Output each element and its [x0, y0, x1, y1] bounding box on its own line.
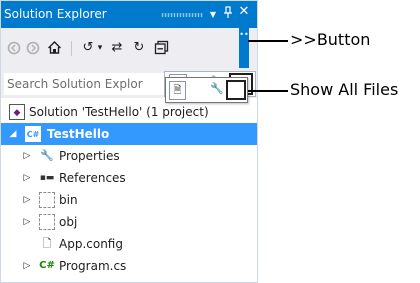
sync-with-active-document-icon[interactable]: ⇄	[109, 38, 125, 58]
show-all-callout-label: Show All Files	[290, 80, 399, 99]
filter-dropdown-icon[interactable]: ▾	[96, 38, 104, 58]
wrench-icon: 🔧	[40, 149, 54, 162]
window-position-dropdown-icon[interactable]: ▼	[206, 8, 220, 24]
tree-item-label: Properties	[59, 149, 120, 163]
search-input[interactable]	[4, 73, 164, 95]
home-icon[interactable]	[46, 38, 62, 58]
collapsed-arrow-icon[interactable]: ▷	[21, 255, 33, 277]
button-callout-label: >>Button	[290, 30, 371, 49]
tree-item-label: References	[59, 171, 126, 185]
tree-item-bin[interactable]: ▷ bin	[1, 189, 257, 211]
close-icon[interactable]: ✕	[237, 5, 251, 21]
pin-icon[interactable]	[221, 6, 235, 22]
toolbar: ↺ ▾ ⇄ ↻	[1, 28, 257, 68]
properties-wrench-icon[interactable]: 🔧	[210, 82, 224, 95]
pending-changes-filter-icon[interactable]: ↺	[80, 38, 96, 58]
solution-explorer-panel: Solution Explorer ▼ ✕ ↺ ▾ ⇄ ↻ •• Search …	[0, 0, 258, 283]
folder-icon	[39, 192, 55, 208]
collapsed-arrow-icon[interactable]: ▷	[21, 145, 33, 167]
collapsed-arrow-icon[interactable]: ▷	[21, 167, 33, 189]
tree-item-properties[interactable]: ▷ 🔧 Properties	[1, 145, 257, 167]
tree-item-references[interactable]: ▷ ▪▬ References	[1, 167, 257, 189]
solution-icon: ◆	[9, 104, 25, 120]
forward-icon[interactable]	[26, 38, 40, 58]
back-icon[interactable]	[7, 38, 21, 58]
tree-item-label: Solution 'TestHello' (1 project)	[29, 105, 209, 119]
collapsed-arrow-icon[interactable]: ▷	[21, 211, 33, 233]
tree-item-label: obj	[59, 215, 78, 229]
toolbar-overflow-button[interactable]: ••	[239, 28, 249, 68]
tree-item-program-cs[interactable]: ▷ C# Program.cs	[1, 255, 257, 277]
properties-page-icon[interactable]: 🗎	[169, 81, 186, 100]
tree-item-label: App.config	[59, 237, 123, 251]
tree-item-label: TestHello	[47, 127, 110, 141]
collapse-all-icon[interactable]	[153, 38, 169, 58]
toolbar-separator	[71, 41, 72, 56]
tree-item-app-config[interactable]: 🗋 App.config	[1, 233, 257, 255]
drag-grip[interactable]	[161, 13, 203, 17]
csharp-project-icon: C#	[25, 126, 41, 142]
show-all-callout-line	[248, 90, 288, 92]
overflow-dots-icon: ••	[239, 30, 249, 39]
tree-item-label: Program.cs	[59, 259, 127, 273]
tree-item-solution[interactable]: ◆ Solution 'TestHello' (1 project)	[1, 101, 257, 123]
show-all-files-icon[interactable]	[226, 80, 246, 100]
config-icon: 🗋	[42, 237, 52, 250]
tree-item-obj[interactable]: ▷ obj	[1, 211, 257, 233]
refresh-icon[interactable]: ↻	[131, 38, 147, 58]
panel-title: Solution Explorer	[4, 7, 107, 21]
overflow-popup: 🗎 🔧	[165, 77, 248, 103]
expanded-arrow-icon[interactable]: ◢	[7, 123, 19, 145]
title-bar: Solution Explorer ▼ ✕	[1, 1, 257, 28]
folder-icon	[39, 214, 55, 230]
button-callout-line	[248, 40, 288, 42]
tree-item-project[interactable]: ◢ C# TestHello	[1, 123, 257, 145]
csharp-file-icon: C#	[39, 260, 55, 271]
collapsed-arrow-icon[interactable]: ▷	[21, 189, 33, 211]
tree-item-label: bin	[59, 193, 78, 207]
references-icon: ▪▬	[39, 173, 55, 183]
